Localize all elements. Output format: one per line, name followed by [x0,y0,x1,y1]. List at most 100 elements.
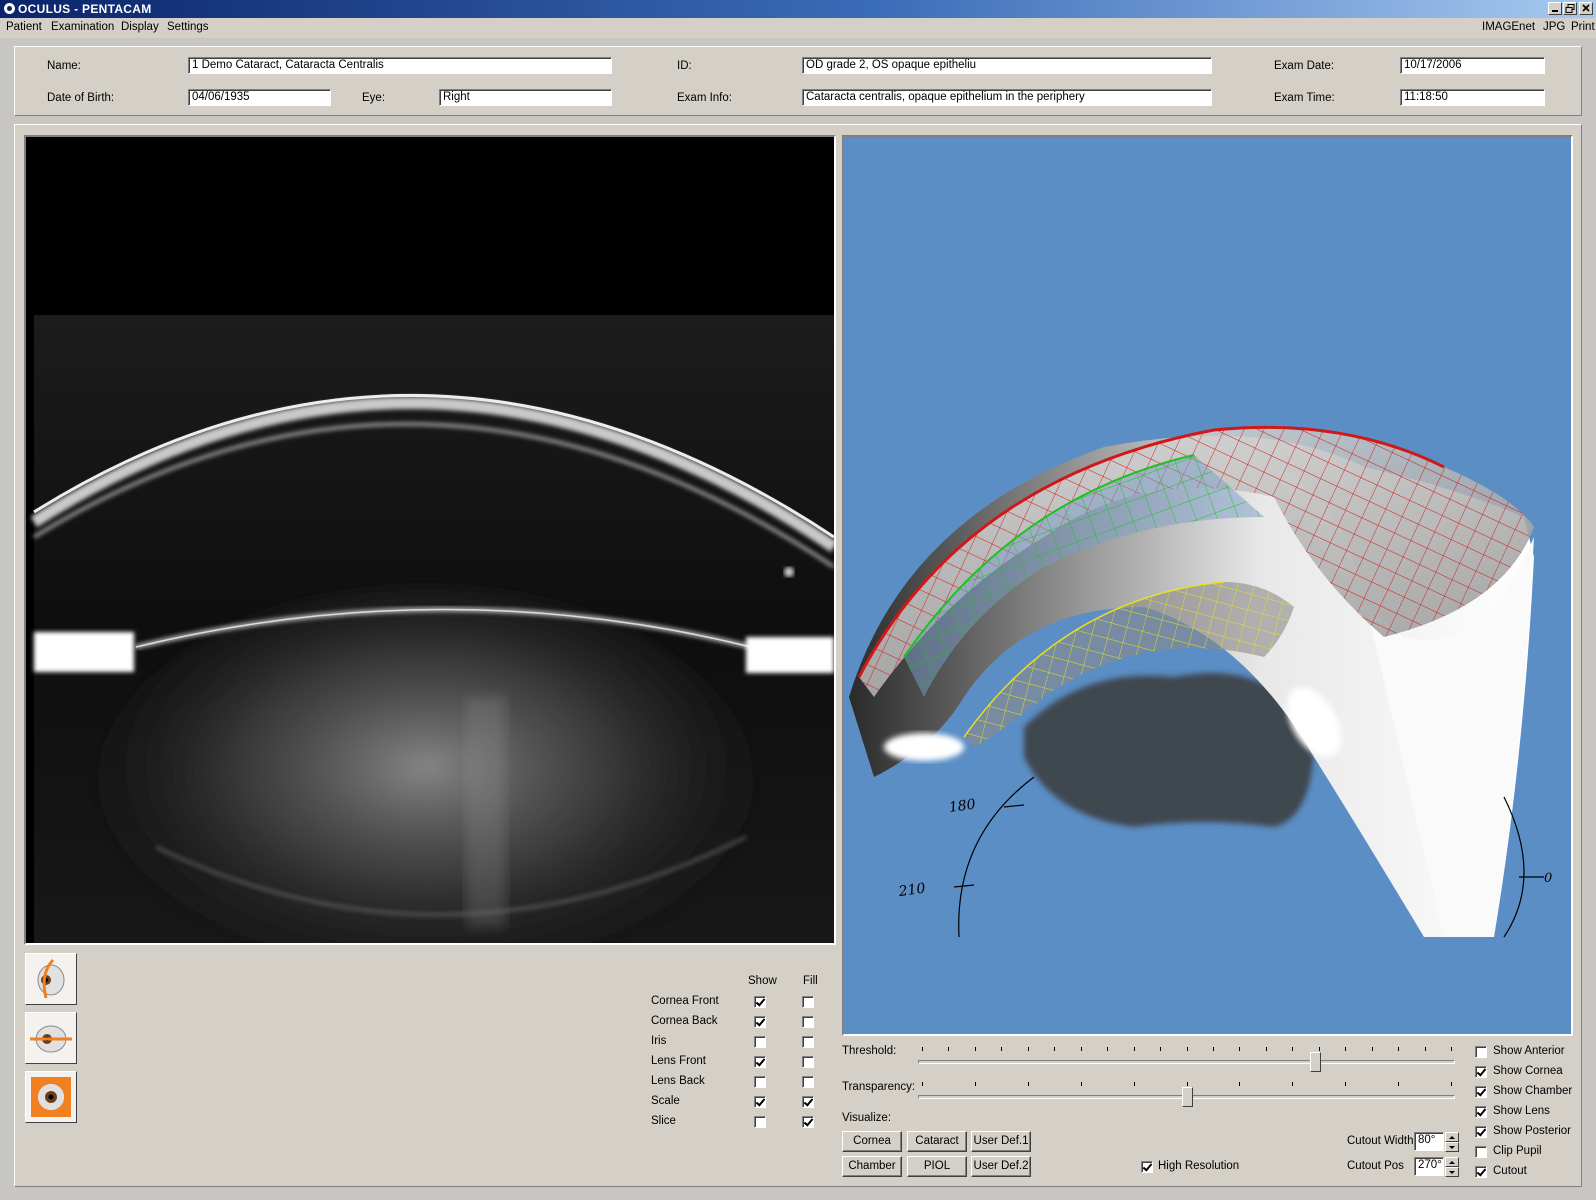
scheimpflug-image-view[interactable] [24,135,836,945]
app-icon [4,3,15,14]
option-checkbox[interactable] [1475,1106,1487,1118]
layer-fill-checkbox[interactable] [802,1056,814,1068]
slider-tick [1239,1082,1241,1086]
scale-label-180: 180 [948,796,977,816]
layer-fill-checkbox[interactable] [802,996,814,1008]
cutout-width-label: Cutout Width [1347,1135,1414,1147]
option-checkbox[interactable] [1475,1166,1487,1178]
transparency-label: Transparency: [842,1081,916,1093]
transparency-slider-thumb[interactable] [1181,1087,1193,1107]
view-top-button[interactable] [25,1012,77,1064]
spin-up-icon[interactable] [1445,1157,1459,1167]
cornea-button[interactable]: Cornea [842,1131,902,1152]
option-checkbox[interactable] [1475,1046,1487,1058]
view-front-button[interactable] [25,1071,77,1123]
layer-show-checkbox[interactable] [754,1016,766,1028]
cutout-pos-label: Cutout Pos [1347,1160,1404,1172]
slider-tick [1345,1047,1347,1051]
layer-fill-checkbox[interactable] [802,1096,814,1108]
slider-tick [1027,1082,1029,1086]
option-label: Show Posterior [1493,1125,1571,1137]
option-label: Show Anterior [1493,1045,1565,1057]
high-resolution-checkbox[interactable] [1141,1161,1153,1173]
piol-button[interactable]: PIOL [907,1156,967,1177]
three-d-view[interactable]: 180 210 0 [842,135,1573,1036]
layer-fill-checkbox[interactable] [802,1036,814,1048]
cutout-pos-input[interactable]: 270° [1414,1157,1444,1176]
scale-label-210: 210 [897,880,927,900]
slider-tick [1080,1082,1082,1086]
layer-fill-checkbox[interactable] [802,1016,814,1028]
option-label: Show Lens [1493,1105,1550,1117]
minimize-button[interactable] [1548,2,1562,15]
exam-time-field[interactable]: 11:18:50 [1400,89,1545,106]
layer-show-checkbox[interactable] [754,1036,766,1048]
slider-tick [922,1082,923,1086]
layer-label: Scale [651,1095,680,1107]
option-checkbox[interactable] [1475,1126,1487,1138]
slider-tick [1054,1047,1056,1051]
layer-show-checkbox[interactable] [754,1056,766,1068]
slider-tick [1345,1082,1347,1086]
menu-jpg[interactable]: JPG [1543,21,1565,33]
slider-tick [1292,1047,1294,1051]
eye-field[interactable]: Right [439,89,612,106]
option-label: Show Cornea [1493,1065,1563,1077]
option-checkbox[interactable] [1475,1146,1487,1158]
threshold-slider-thumb[interactable] [1310,1052,1322,1072]
layer-show-checkbox[interactable] [754,1096,766,1108]
cutout-pos-spinner[interactable] [1445,1157,1459,1178]
layer-show-checkbox[interactable] [754,1116,766,1128]
exam-info-field[interactable]: Cataracta centralis, opaque epithelium i… [802,89,1212,106]
chamber-button[interactable]: Chamber [842,1156,902,1177]
menu-patient[interactable]: Patient [6,21,42,33]
slider-tick [1265,1047,1267,1051]
slider-tick [1133,1047,1135,1051]
slider-tick [1027,1047,1029,1051]
visualize-label: Visualize: [842,1112,892,1124]
eye-top-icon [30,1025,72,1053]
layer-show-checkbox[interactable] [754,996,766,1008]
patient-info-panel: Name: 1 Demo Cataract, Cataracta Central… [14,46,1582,116]
menu-examination[interactable]: Examination [51,21,114,33]
spin-down-icon[interactable] [1445,1167,1459,1177]
eye-front-icon [31,1077,71,1117]
name-field[interactable]: 1 Demo Cataract, Cataracta Centralis [188,57,612,74]
slider-tick [1451,1082,1452,1086]
user-def-2-button[interactable]: User Def.2 [971,1156,1031,1177]
restore-button[interactable] [1563,2,1577,15]
cutout-width-input[interactable]: 80° [1414,1132,1444,1151]
option-label: Clip Pupil [1493,1145,1542,1157]
menu-print[interactable]: Print [1571,21,1595,33]
id-field[interactable]: OD grade 2, OS opaque epitheliu [802,57,1212,74]
threshold-slider-track[interactable] [918,1060,1455,1064]
slider-tick [1451,1047,1452,1051]
layer-fill-checkbox[interactable] [802,1076,814,1088]
fill-header: Fill [803,975,818,987]
option-checkbox[interactable] [1475,1086,1487,1098]
layer-fill-checkbox[interactable] [802,1116,814,1128]
spin-down-icon[interactable] [1445,1142,1459,1152]
slider-tick [1001,1047,1003,1051]
spin-up-icon[interactable] [1445,1132,1459,1142]
threshold-label: Threshold: [842,1045,897,1057]
menu-settings[interactable]: Settings [167,21,209,33]
menu-imagenet[interactable]: IMAGEnet [1482,21,1535,33]
cutout-width-spinner[interactable] [1445,1132,1459,1153]
layer-show-checkbox[interactable] [754,1076,766,1088]
slider-tick [1107,1047,1109,1051]
scheimpflug-image [30,315,834,943]
menu-display[interactable]: Display [121,21,159,33]
close-button[interactable] [1579,2,1593,15]
option-checkbox[interactable] [1475,1066,1487,1078]
exam-date-label: Exam Date: [1274,60,1335,72]
view-sagittal-button[interactable] [25,953,77,1005]
layer-label: Cornea Front [651,995,719,1007]
user-def-1-button[interactable]: User Def.1 [971,1131,1031,1152]
exam-date-field[interactable]: 10/17/2006 [1400,57,1545,74]
slider-tick [1371,1047,1373,1051]
cataract-button[interactable]: Cataract [907,1131,967,1152]
slider-tick [974,1047,976,1051]
dob-field[interactable]: 04/06/1935 [188,89,331,106]
layer-label: Lens Back [651,1075,705,1087]
